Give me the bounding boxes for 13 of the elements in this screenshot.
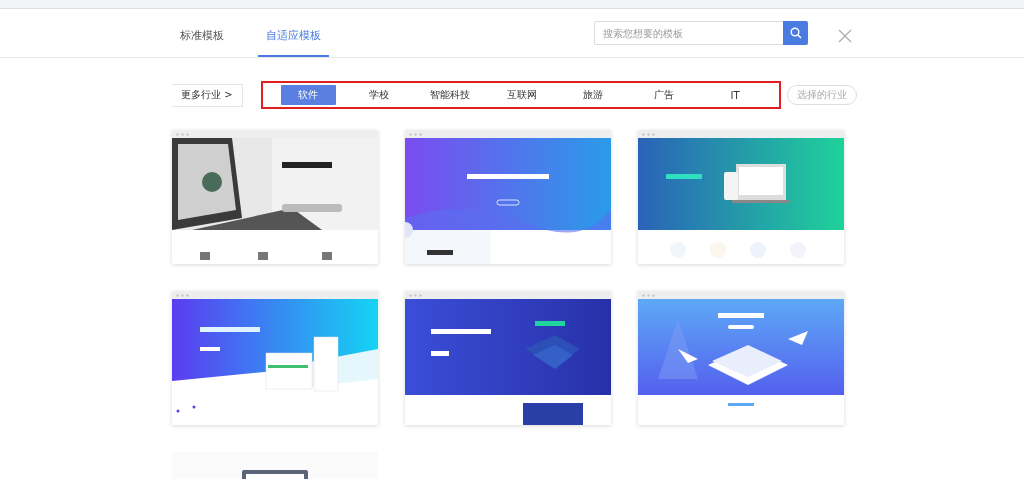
category-tab[interactable]: IT [707,85,763,105]
category-tab[interactable]: 智能科技 [422,85,478,105]
search-icon [789,27,802,39]
search-field[interactable]: 搜索您想要的模板 [594,21,783,45]
category-tab[interactable]: 广告 [636,85,692,105]
search-button[interactable] [783,21,808,45]
category-tab[interactable]: 学校 [351,85,407,105]
more-industries-button[interactable]: 更多行业 > [172,83,243,107]
template-tab[interactable]: 自适应模板 [258,28,329,57]
category-tab[interactable]: 软件 [280,85,336,105]
category-tab[interactable]: 旅游 [565,85,621,105]
category-tab[interactable]: 互联网 [494,85,550,105]
template-tab[interactable]: 标准模板 [172,28,232,57]
